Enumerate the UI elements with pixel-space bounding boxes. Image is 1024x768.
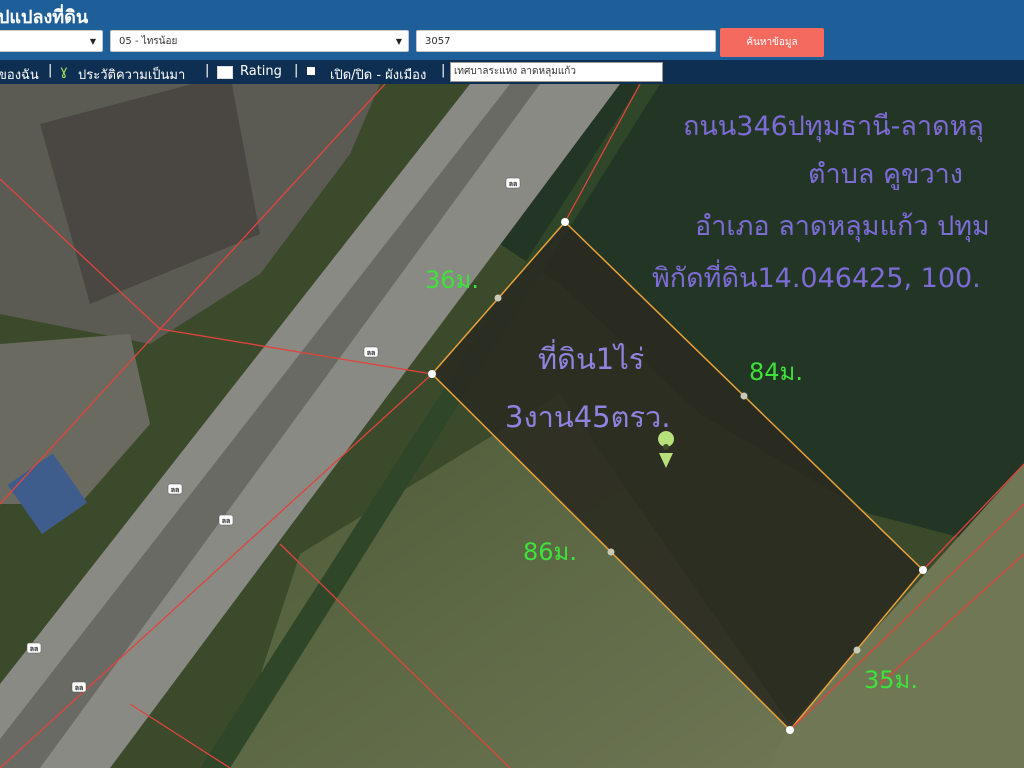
dimension-top-edge: 36ม.	[425, 266, 479, 294]
road-marker-label: ลล	[222, 517, 231, 525]
parcel-number-input[interactable]: 3057	[416, 30, 716, 52]
district-select[interactable]: 05 - ไทรน้อย ▼	[110, 30, 409, 52]
location-search-input[interactable]: เทศบาลระแหง ลาดหลุมแก้ว	[450, 62, 663, 82]
district-select-value: 05 - ไทรน้อย	[119, 36, 178, 47]
satellite-map[interactable]: ลล ลล ลล ลล ลล ลล ถนน346ปทุมธานี-ลาดหลุ ตำบล …	[0, 84, 1024, 768]
checkbox-icon[interactable]	[307, 67, 315, 75]
toolbar-my-items[interactable]: ของฉัน	[0, 64, 39, 85]
search-button[interactable]: ค้นหาข้อมูล	[720, 28, 824, 57]
chevron-down-icon: ▼	[395, 37, 402, 46]
toolbar-rating[interactable]: Rating	[240, 64, 282, 79]
map-toolbar: ของฉัน | ɣ ประวัติความเป็นมา | Rating | …	[0, 60, 1024, 84]
chevron-down-icon: ▼	[89, 37, 96, 46]
dimension-left-edge: 86ม.	[523, 538, 577, 566]
history-icon: ɣ	[60, 64, 68, 79]
info-coordinates: พิกัดที่ดิน14.046425, 100.	[652, 263, 981, 294]
toolbar-zoning-toggle[interactable]: เปิด/ปิด - ผังเมือง	[330, 64, 426, 85]
info-road: ถนน346ปทุมธานี-ลาดหลุ	[683, 111, 984, 142]
toolbar-divider: |	[441, 63, 446, 78]
info-district: อำเภอ ลาดหลุมแก้ว ปทุม	[695, 211, 990, 242]
province-select[interactable]: ▼	[0, 30, 103, 52]
page-title: ปแปลงที่ดิน	[0, 7, 89, 28]
header-bar: ปแปลงที่ดิน ▼ 05 - ไทรน้อย ▼ 3057 ค้นหาข…	[0, 0, 1024, 60]
dimension-right-edge: 84ม.	[749, 358, 803, 386]
toolbar-divider: |	[294, 63, 299, 78]
road-marker-label: ลล	[367, 349, 376, 357]
road-marker-label: ลล	[171, 486, 180, 494]
road-marker-label: ลล	[75, 684, 84, 692]
plot-area-rai: ที่ดิน1ไร่	[538, 342, 645, 376]
dimension-bottom-edge: 35ม.	[864, 666, 918, 694]
parcel-number-value: 3057	[425, 36, 451, 47]
road-marker-label: ลล	[509, 180, 518, 188]
toolbar-divider: |	[48, 63, 53, 78]
toolbar-history[interactable]: ประวัติความเป็นมา	[78, 64, 185, 85]
road-marker-label: ลล	[30, 645, 39, 653]
toolbar-divider: |	[205, 63, 210, 78]
rating-chart-icon	[217, 66, 233, 79]
plot-area-ngan-wa: 3งาน45ตรว.	[505, 400, 671, 434]
info-subdistrict: ตำบล คูขวาง	[808, 159, 963, 190]
